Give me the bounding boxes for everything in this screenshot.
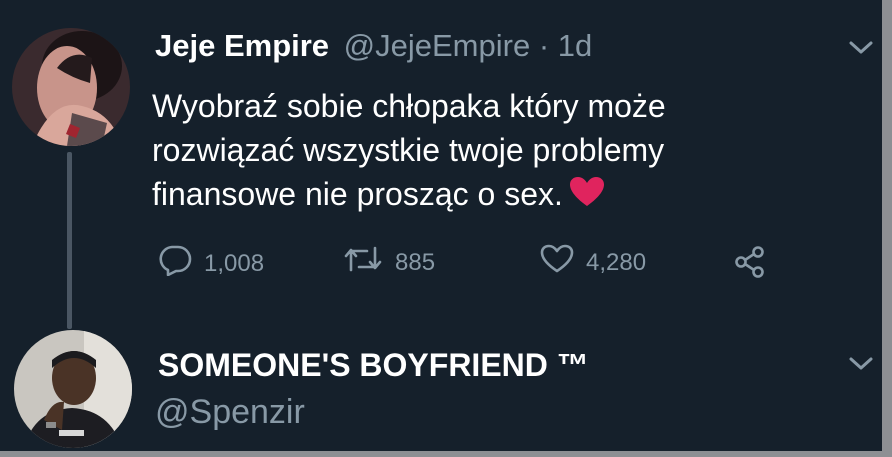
- retweet-icon: [343, 244, 383, 281]
- tweet-header: Jeje Empire @JejeEmpire · 1d: [155, 26, 592, 66]
- retweet-button[interactable]: 885: [343, 244, 435, 281]
- like-button[interactable]: 4,280: [540, 244, 646, 281]
- tweet-text: Wyobraź sobie chłopaka który może rozwią…: [152, 84, 792, 219]
- chevron-down-icon[interactable]: [848, 356, 874, 372]
- share-button[interactable]: [733, 244, 767, 285]
- author-handle[interactable]: @JejeEmpire: [344, 28, 531, 63]
- reply-author-handle[interactable]: @Spenzir: [155, 393, 305, 432]
- tweet-thread: Jeje Empire @JejeEmpire · 1d Wyobraź sob…: [0, 0, 882, 451]
- tweet-time[interactable]: 1d: [558, 28, 592, 63]
- thread-connector-line: [67, 152, 72, 329]
- reply-icon: [158, 244, 192, 283]
- share-icon: [733, 244, 767, 285]
- chevron-down-icon[interactable]: [848, 40, 874, 56]
- author-name[interactable]: Jeje Empire: [155, 28, 329, 63]
- avatar-spenzir[interactable]: [14, 330, 132, 448]
- like-count: 4,280: [586, 248, 647, 276]
- retweet-count: 885: [395, 248, 436, 276]
- reply-count: 1,008: [204, 249, 265, 277]
- avatar-image: [14, 330, 132, 448]
- avatar-jeje-empire[interactable]: [12, 28, 130, 146]
- avatar-image: [12, 28, 130, 146]
- separator-dot: ·: [538, 28, 550, 63]
- like-heart-icon: [540, 244, 574, 281]
- reply-author-name[interactable]: SOMEONE'S BOYFRIEND ™: [158, 344, 589, 386]
- heart-emoji-icon: [569, 175, 605, 219]
- reply-button[interactable]: 1,008: [158, 244, 264, 283]
